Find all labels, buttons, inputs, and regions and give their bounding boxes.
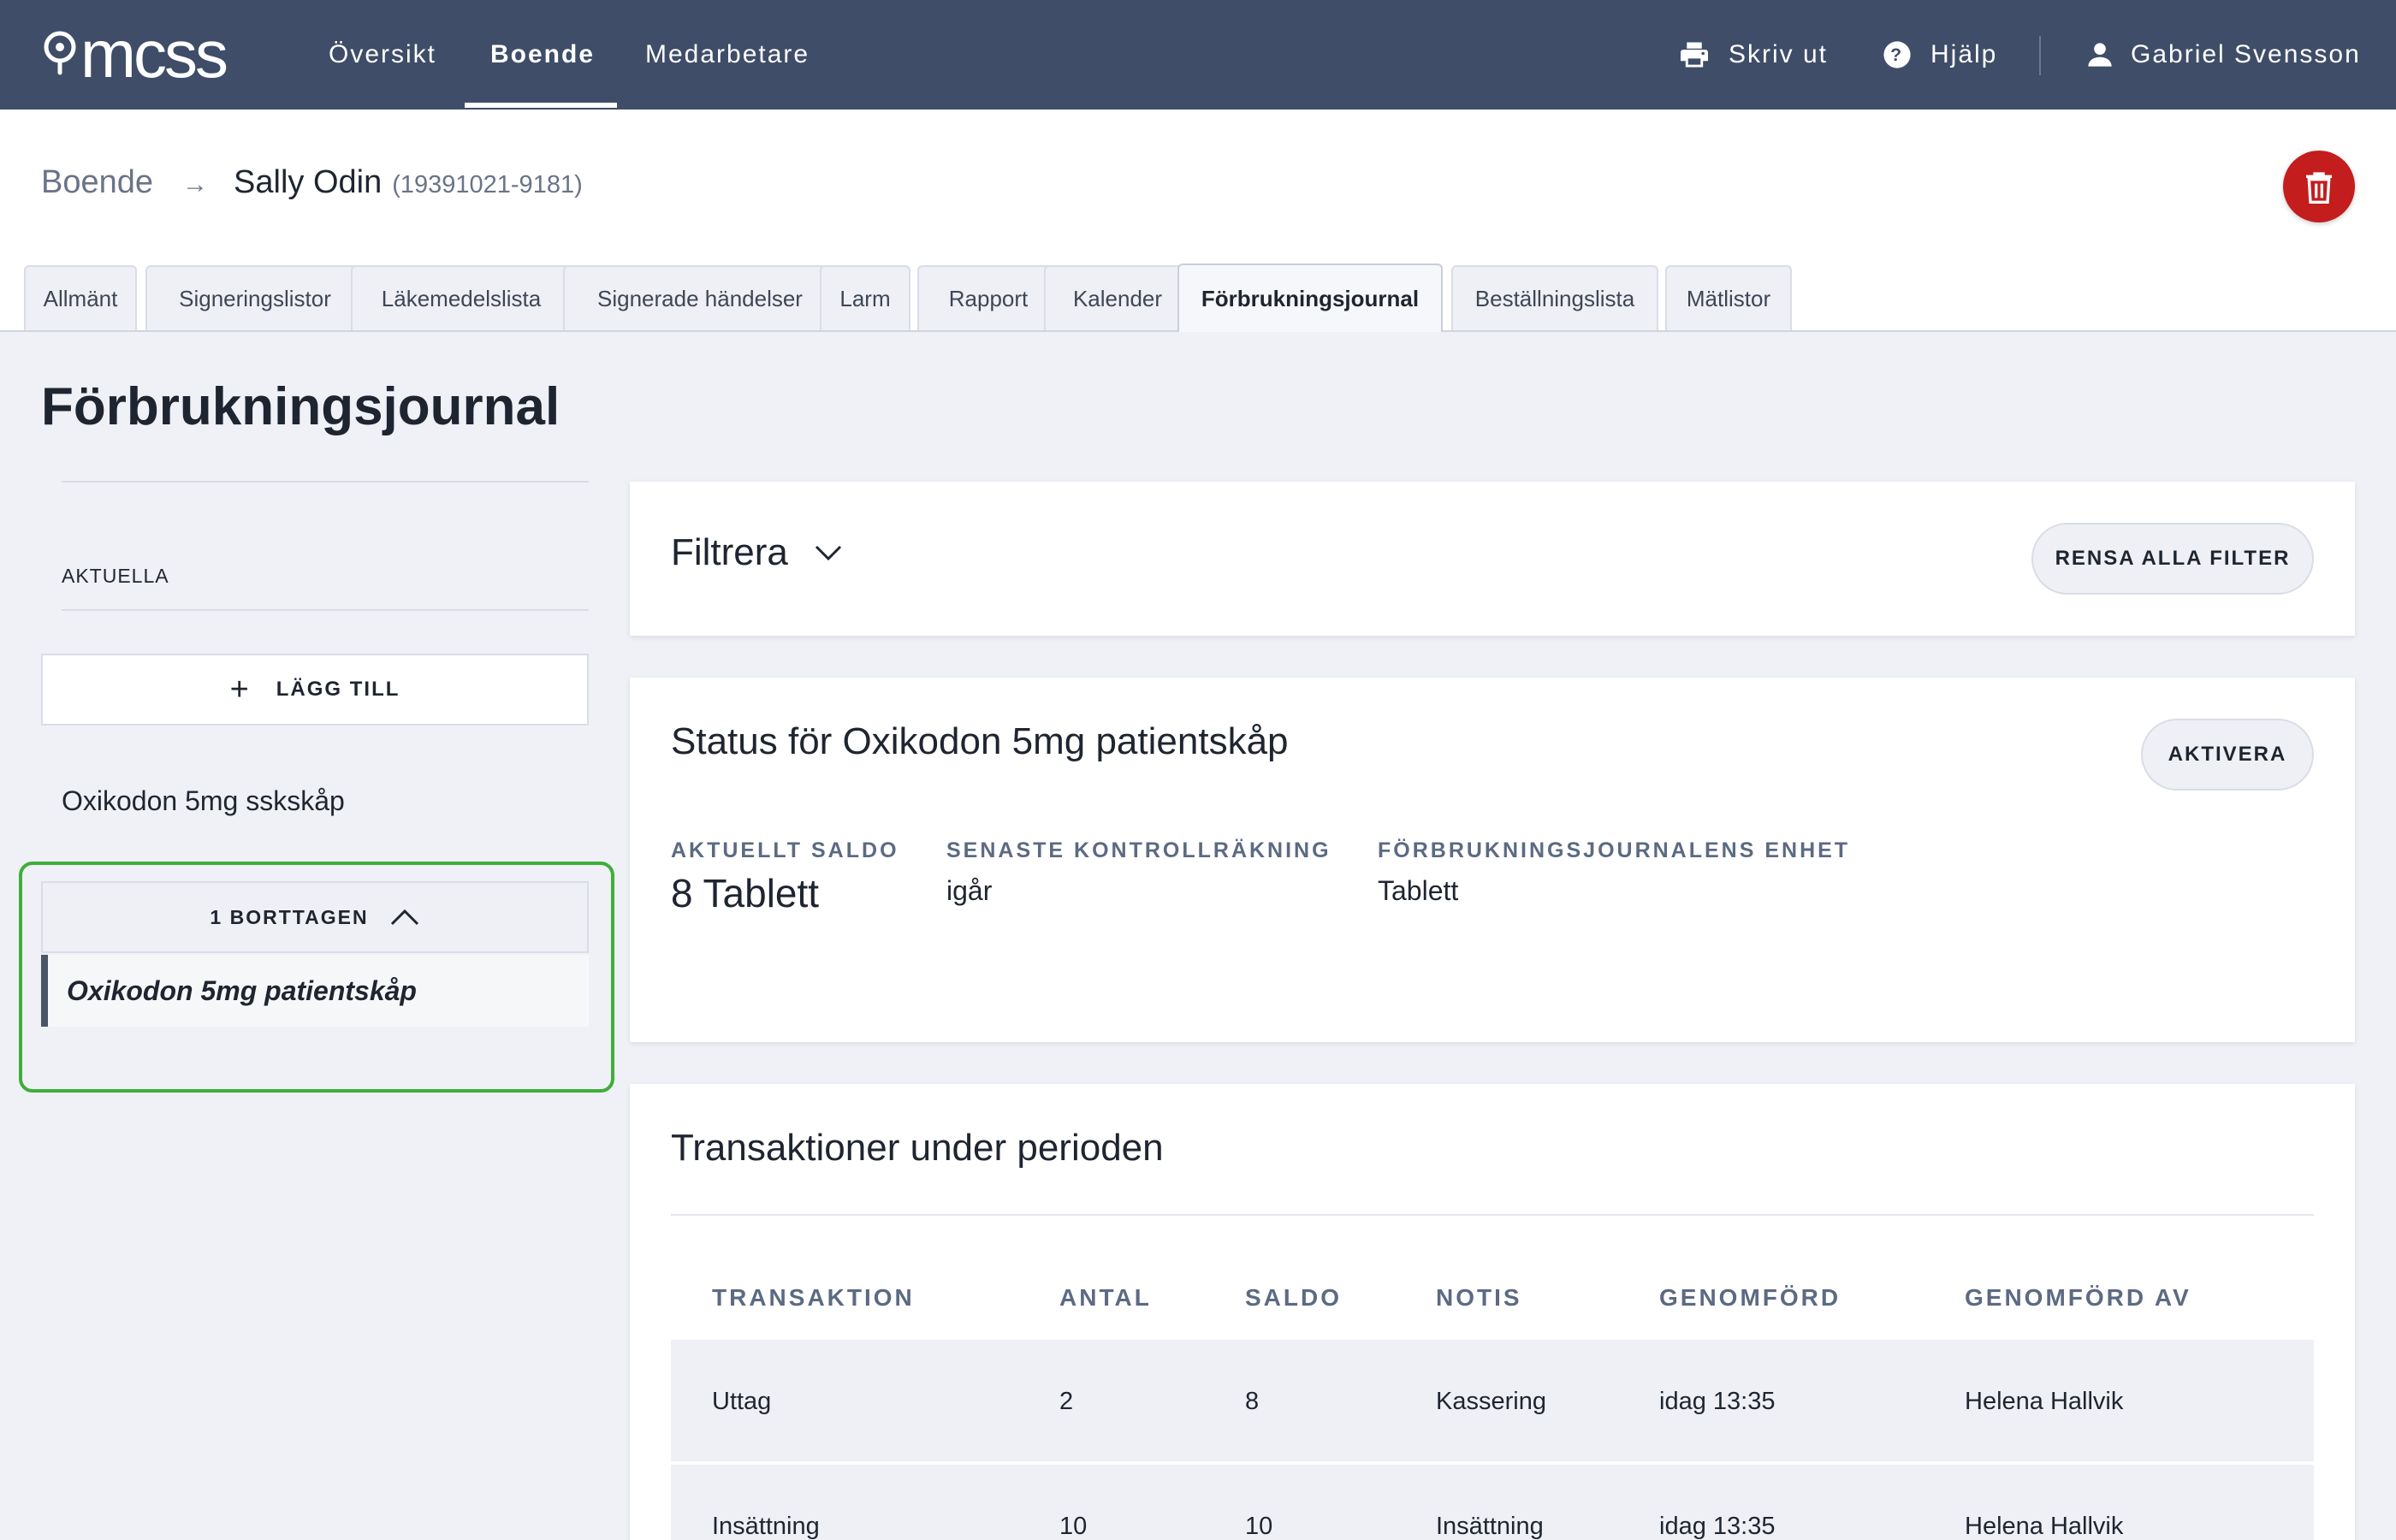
resident-personal-number: (19391021-9181) [392,171,583,198]
column-header-genomford[interactable]: GENOMFÖRD [1659,1284,1841,1312]
cell-genomford-av: Helena Hallvik [1965,1388,2124,1415]
add-journal-button[interactable]: + LÄGG TILL [41,654,589,726]
cell-saldo: 10 [1245,1513,1273,1540]
top-navigation-bar: mcss Översikt Boende Medarbetare Skriv u… [0,0,2396,110]
table-row[interactable]: Insättning 10 10 Insättning idag 13:35 H… [671,1465,2314,1540]
trash-icon [2306,172,2332,204]
tab-matlistor[interactable]: Mätlistor [1665,265,1792,330]
tab-larm[interactable]: Larm [820,265,910,330]
nav-item-medarbetare[interactable]: Medarbetare [645,0,810,110]
breadcrumb: Boende → Sally Odin (19391021-9181) [41,164,583,201]
filter-card: Filtrera RENSA ALLA FILTER [630,482,2355,636]
clear-filters-button[interactable]: RENSA ALLA FILTER [2031,523,2314,595]
nav-item-boende[interactable]: Boende [490,0,595,110]
help-button[interactable]: ? Hjälp [1883,0,1997,110]
cell-saldo: 8 [1245,1388,1260,1415]
app-logo[interactable]: mcss [41,16,228,92]
delete-button[interactable] [2283,151,2355,222]
chevron-down-icon [815,545,841,561]
removed-section-toggle[interactable]: 1 BORTTAGEN [41,881,589,953]
transactions-card: Transaktioner under perioden TRANSAKTION… [630,1084,2355,1540]
table-row[interactable]: Uttag 2 8 Kassering idag 13:35 Helena Ha… [671,1340,2314,1461]
removed-journal-item[interactable]: Oxikodon 5mg patientskåp [41,955,589,1027]
cell-genomford: idag 13:35 [1659,1388,1776,1415]
svg-text:?: ? [1890,44,1904,65]
logo-text: mcss [80,16,228,92]
tab-allmant[interactable]: Allmänt [24,265,137,330]
resident-header: Boende → Sally Odin (19391021-9181) Allm… [0,110,2396,332]
last-count-stat: SENASTE KONTROLLRÄKNING igår [946,838,1331,907]
tab-signerade-handelser[interactable]: Signerade händelser [563,265,837,330]
filter-title: Filtrera [671,531,788,573]
user-name: Gabriel Svensson [2131,40,2361,68]
transactions-title: Transaktioner under perioden [671,1127,1164,1169]
nav-item-oversikt[interactable]: Översikt [329,0,436,110]
breadcrumb-root-link[interactable]: Boende [41,164,153,201]
journal-list-item[interactable]: Oxikodon 5mg sskskåp [62,785,345,817]
cell-antal: 10 [1059,1513,1088,1540]
cell-antal: 2 [1059,1388,1074,1415]
print-button[interactable]: Skriv ut [1679,0,1828,110]
arrow-right-icon: → [182,170,209,198]
sidebar-divider-top [62,481,589,483]
column-header-saldo[interactable]: SALDO [1245,1284,1342,1312]
chevron-up-icon [390,909,418,926]
column-header-notis[interactable]: NOTIS [1436,1284,1522,1312]
cell-genomford-av: Helena Hallvik [1965,1513,2124,1540]
printer-icon [1681,42,1708,68]
unit-stat: FÖRBRUKNINGSJOURNALENS ENHET Tablett [1378,838,1850,907]
filter-toggle[interactable]: Filtrera [671,531,843,574]
cell-transaktion: Uttag [712,1388,772,1415]
tab-rapport[interactable]: Rapport [917,265,1059,330]
column-header-genomford-av[interactable]: GENOMFÖRD AV [1965,1284,2191,1312]
resident-name: Sally Odin [234,164,383,200]
print-label: Skriv ut [1729,40,1829,68]
removed-count-label: 1 BORTTAGEN [210,905,369,928]
add-label: LÄGG TILL [276,678,400,701]
tab-bestallningslista[interactable]: Beställningslista [1451,265,1658,330]
balance-value: 8 Tablett [671,871,820,915]
status-card: Status för Oxikodon 5mg patientskåp AKTI… [630,678,2355,1042]
user-menu[interactable]: Gabriel Svensson [2088,0,2361,110]
user-icon [2088,43,2112,67]
unit-value: Tablett [1378,875,1459,906]
tab-forbrukningsjournal[interactable]: Förbrukningsjournal [1177,264,1443,332]
tab-kalender[interactable]: Kalender [1044,265,1191,330]
cell-genomford: idag 13:35 [1659,1513,1776,1540]
tab-signeringslistor[interactable]: Signeringslistor [145,265,365,330]
nav-divider [2039,36,2041,75]
balance-stat: AKTUELLT SALDO 8 Tablett [671,838,899,916]
logo-mark-icon [44,31,76,75]
nav-active-indicator [465,103,617,108]
cell-transaktion: Insättning [712,1513,820,1540]
column-header-antal[interactable]: ANTAL [1059,1284,1152,1312]
unit-label: FÖRBRUKNINGSJOURNALENS ENHET [1378,838,1851,862]
activate-button[interactable]: AKTIVERA [2141,719,2314,791]
cell-notis: Insättning [1436,1513,1544,1540]
plus-icon: + [229,672,251,708]
help-label: Hjälp [1930,40,1998,68]
sidebar-section-label: AKTUELLA [62,565,169,587]
last-count-label: SENASTE KONTROLLRÄKNING [946,838,1331,862]
balance-label: AKTUELLT SALDO [671,838,899,862]
help-icon: ? [1883,41,1911,68]
transactions-divider [671,1214,2314,1216]
cell-notis: Kassering [1436,1388,1546,1415]
last-count-value: igår [946,875,993,906]
tab-lakemedelslista[interactable]: Läkemedelslista [351,265,572,330]
page-title: Förbrukningsjournal [41,377,560,436]
column-header-transaktion[interactable]: TRANSAKTION [712,1284,915,1312]
status-title: Status för Oxikodon 5mg patientskåp [671,720,1289,762]
sidebar-divider [62,609,589,611]
